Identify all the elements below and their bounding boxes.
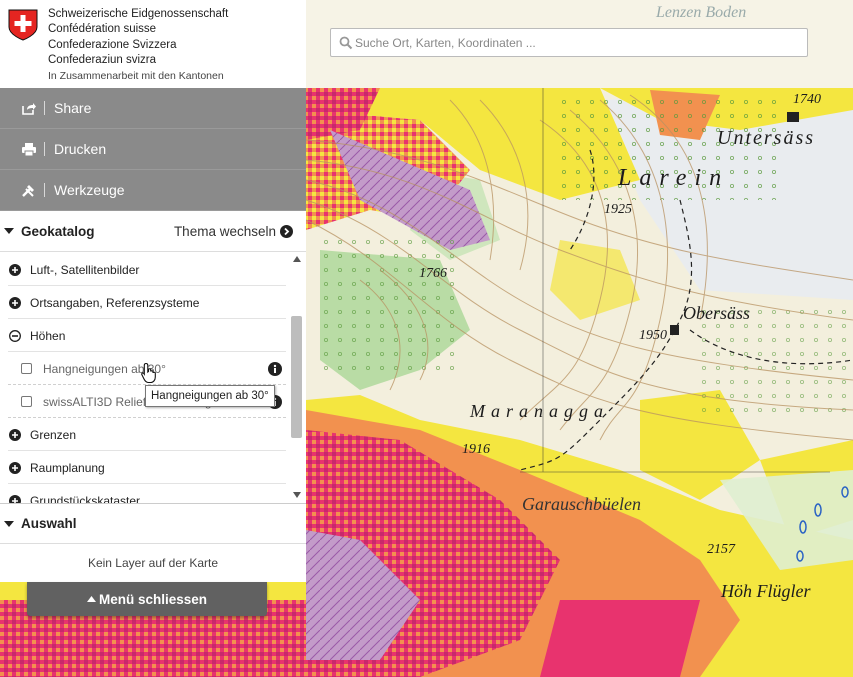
plus-circle-icon [9,296,21,309]
scroll-down-icon[interactable] [293,492,301,498]
confederation-name-fr: Confédération suisse [48,23,157,36]
confederation-names: Schweizerische Eidgenossenschaft Confédé… [48,7,228,68]
print-icon [20,142,38,156]
map-label-larein: Larein [618,165,730,191]
scrollbar-thumb[interactable] [291,316,302,438]
catalog-item-label: Grundstückskataster [30,493,141,504]
selection-header[interactable]: Auswahl [0,503,306,544]
map-label-elev-1766: 1766 [419,266,447,281]
menu-separator [44,183,45,197]
map-label-garauschbuelen: Garauschbüelen [522,494,641,514]
confederation-name-it: Confederazione Svizzera [48,38,177,51]
caret-down-icon [4,520,14,527]
confederation-name-rm: Confederaziun svizra [48,53,157,66]
search-icon [339,36,353,50]
map-label-obersass: Obersäss [683,303,751,323]
menu-separator [44,142,45,156]
share-label: Share [54,100,92,116]
share-icon [20,102,38,115]
building-obersass [670,325,679,335]
info-icon[interactable] [268,362,282,376]
plus-circle-icon [9,428,21,441]
header-branding: Schweizerische Eidgenossenschaft Confédé… [0,0,306,88]
print-button[interactable]: Drucken [0,129,306,170]
menu-separator [44,101,45,115]
map-label-elev-1925: 1925 [604,202,632,217]
change-theme-label: Thema wechseln [173,224,276,239]
catalog-scrollbar[interactable] [288,252,306,503]
map-label-elev-1916: 1916 [462,442,490,457]
tools-button[interactable]: Werkzeuge [0,170,306,211]
plus-circle-icon [9,461,21,474]
selection-empty-message: Kein Layer auf der Karte [0,544,306,582]
map-label-elev-1950: 1950 [639,328,667,343]
catalog-item-label: Luft-, Satellitenbilder [30,262,140,277]
tools-icon [20,184,38,197]
search-input[interactable] [355,29,803,56]
hand-cursor-icon [141,362,156,384]
catalog-item-cadastre[interactable]: Grundstückskataster [0,484,288,503]
map-label-elev-1740: 1740 [793,92,821,107]
scroll-up-icon[interactable] [293,256,301,262]
search-box[interactable] [330,28,808,57]
swiss-coat-of-arms-icon[interactable] [8,9,38,41]
layer-tooltip: Hangneigungen ab 30° [145,385,275,407]
close-menu-label: Menü schliessen [98,591,208,607]
geocatalog-title: Geokatalog [21,223,95,239]
close-menu-button[interactable]: Menü schliessen [27,582,267,616]
plus-circle-icon [9,494,21,503]
share-button[interactable]: Share [0,88,306,129]
catalog-item-reference-systems[interactable]: Ortsangaben, Referenzsysteme [0,286,288,319]
catalog-item-heights[interactable]: Höhen [0,319,288,352]
sidebar: Share Drucken Werkzeuge Geokatalog Thema… [0,88,306,582]
header: Schweizerische Eidgenossenschaft Confédé… [0,0,853,88]
catalog-item-label: Raumplanung [30,460,105,475]
catalog-item-borders[interactable]: Grenzen [0,418,288,451]
minus-circle-icon [9,329,21,342]
map-label-untersass: Untersäss [717,127,816,149]
map-label-elev-2157: 2157 [707,542,735,557]
map-label-hoh-flugler: Höh Flügler [721,581,811,601]
print-label: Drucken [54,141,107,157]
layer-checkbox[interactable] [21,363,32,374]
map-label-maranagga: Maranagga [470,401,609,421]
caret-down-icon [4,228,14,234]
change-theme-link[interactable]: Thema wechseln [174,224,293,239]
chevron-circle-right-icon [280,225,293,238]
header-subtitle: In Zusammenarbeit mit den Kantonen [48,70,224,82]
catalog-item-aerial-imagery[interactable]: Luft-, Satellitenbilder [0,253,288,286]
caret-up-icon [86,596,96,602]
tools-label: Werkzeuge [54,182,125,198]
catalog-item-label: Ortsangaben, Referenzsysteme [30,295,200,310]
selection-title: Auswahl [21,516,77,531]
catalog-item-label: Grenzen [30,427,77,442]
layer-checkbox[interactable] [21,396,32,407]
catalog-item-label: Höhen [30,328,66,343]
plus-circle-icon [9,263,21,276]
confederation-name-de: Schweizerische Eidgenossenschaft [48,8,229,20]
building-untersass [787,112,799,122]
geocatalog-header[interactable]: Geokatalog Thema wechseln [0,211,306,252]
catalog-item-spatial-planning[interactable]: Raumplanung [0,451,288,484]
